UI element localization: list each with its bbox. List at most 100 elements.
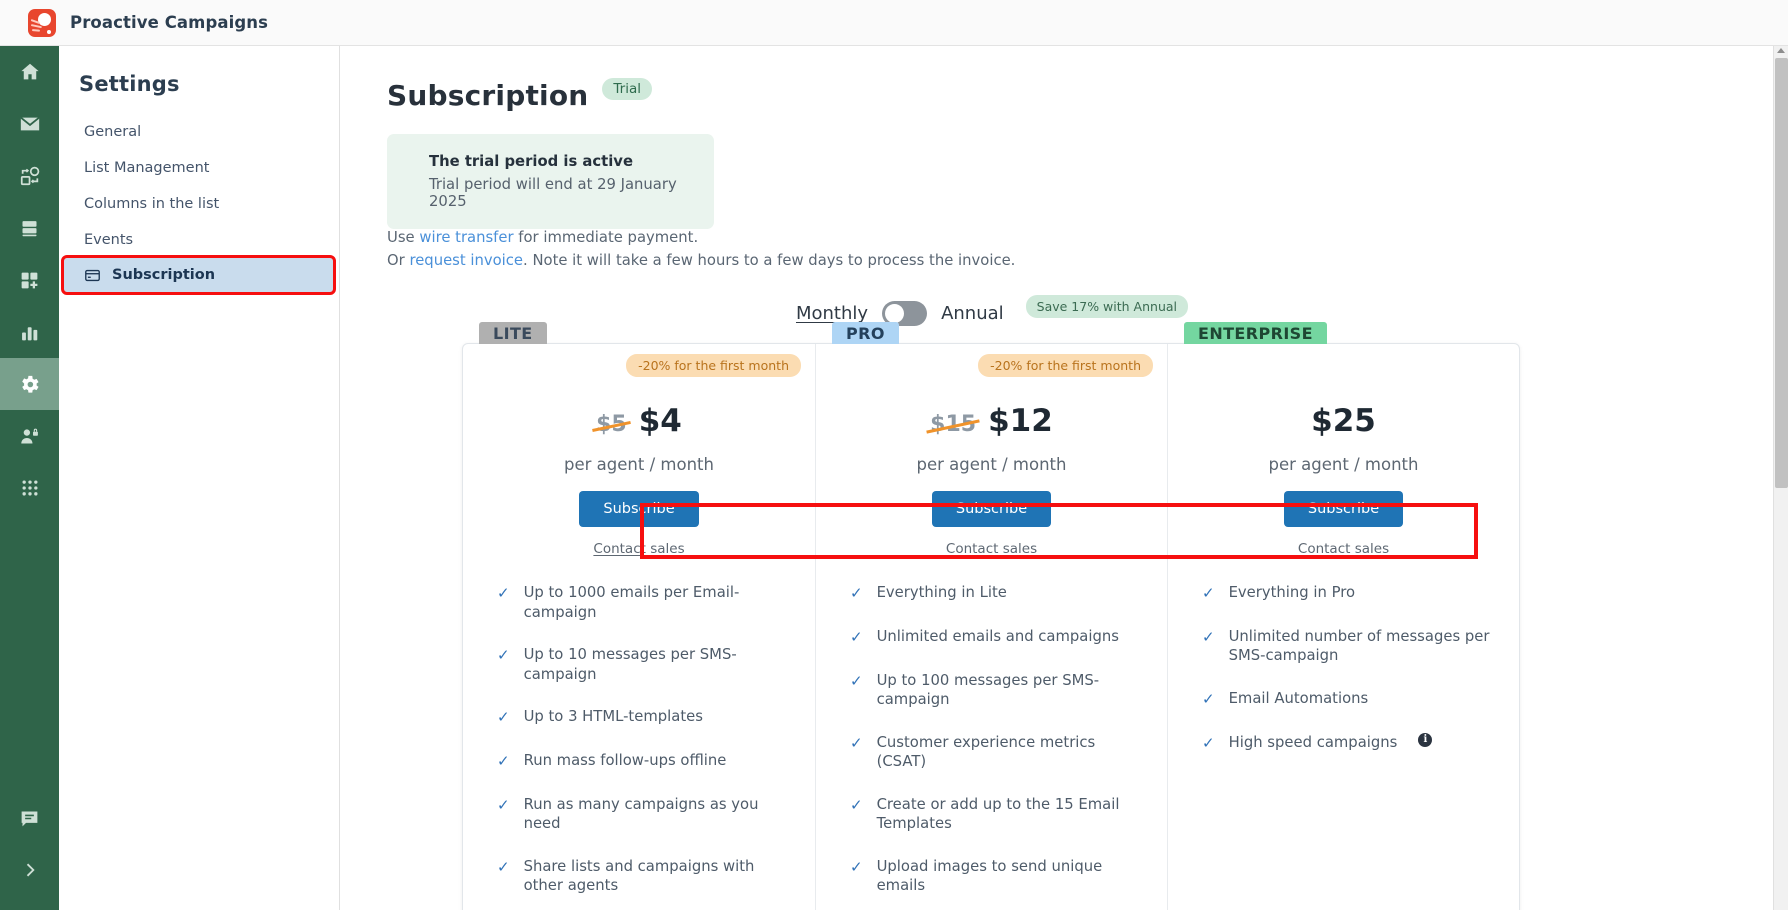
chevron-right-icon — [20, 860, 40, 880]
payment-prefix: Or — [387, 252, 410, 269]
check-icon: ✓ — [497, 708, 510, 727]
payment-line-wire: Use wire transfer for immediate payment. — [387, 229, 1774, 246]
rail-item-workflows[interactable] — [0, 150, 59, 202]
sidebar-item-general[interactable]: General — [64, 114, 334, 150]
plan-feature: ✓ Customer experience metrics (CSAT) — [850, 733, 1141, 772]
plan-price-unit: per agent / month — [916, 455, 1067, 474]
home-icon — [19, 61, 41, 83]
plan-feature: ✓ Unlimited number of messages per SMS-ca… — [1202, 627, 1493, 666]
trial-info-card: The trial period is active Trial period … — [387, 134, 714, 229]
payment-prefix: Use — [387, 229, 420, 246]
plan-feature-label: Email Automations — [1228, 689, 1369, 707]
payment-suffix: . Note it will take a few hours to a few… — [523, 252, 1016, 269]
wire-transfer-link[interactable]: wire transfer — [419, 229, 513, 246]
billing-monthly-label[interactable]: Monthly — [796, 303, 868, 324]
plan-feature: ✓ Up to 3 HTML-templates — [497, 707, 789, 728]
toggle-knob — [885, 304, 905, 323]
info-icon[interactable]: i — [1418, 732, 1433, 747]
scroll-up-arrow-icon[interactable] — [1777, 48, 1785, 53]
scrollbar-thumb[interactable] — [1775, 58, 1788, 488]
plan-feature-label: Run mass follow-ups offline — [523, 751, 727, 769]
plan-feature-label: Create or add up to the 15 Email Templat… — [876, 795, 1120, 833]
plan-name-badge: LITE — [479, 322, 547, 344]
plan-feature: ✓ Up to 100 messages per SMS-campaign — [850, 671, 1141, 710]
plan-feature-label: Unlimited emails and campaigns — [876, 627, 1119, 645]
check-icon: ✓ — [497, 584, 510, 602]
check-icon: ✓ — [1202, 627, 1215, 646]
plan-name-badge: ENTERPRISE — [1184, 322, 1327, 344]
plan-feature: ✓ Share lists and campaigns with other ag… — [497, 857, 789, 896]
page-header: Subscription Trial — [340, 46, 1774, 112]
plan-feature-label: Customer experience metrics (CSAT) — [876, 733, 1096, 771]
request-invoice-link[interactable]: request invoice — [409, 252, 523, 269]
plan-price-row: $25 — [1168, 403, 1519, 445]
subscribe-button-pro[interactable]: Subscribe — [931, 491, 1052, 527]
trial-heading: The trial period is active — [429, 153, 633, 170]
subscribe-button-lite[interactable]: Subscribe — [579, 491, 699, 527]
plan-contact-row: Contact sales — [463, 541, 815, 557]
apps-grid-icon — [20, 478, 40, 498]
database-icon — [19, 218, 40, 239]
check-icon: ✓ — [497, 795, 510, 814]
rail-item-permissions[interactable] — [0, 410, 59, 462]
settings-nav-list: General List Management Columns in the l… — [59, 114, 339, 295]
sidebar-item-label: Events — [84, 232, 134, 248]
rail-item-home[interactable] — [0, 46, 59, 98]
plan-price-unit: per agent / month — [1268, 455, 1419, 474]
annual-savings-badge: Save 17% with Annual — [1025, 295, 1188, 318]
chat-bubble-icon — [19, 808, 40, 829]
rail-item-settings[interactable] — [0, 358, 59, 410]
rail-item-mail[interactable] — [0, 98, 59, 150]
check-icon: ✓ — [1202, 584, 1215, 602]
rail-item-add-grid[interactable] — [0, 254, 59, 306]
plan-card-enterprise: ENTERPRISE $25 per agent / month Subscri… — [1167, 322, 1519, 910]
sun-burst-logo — [28, 8, 56, 37]
plan-feature-list-lite: ✓ Up to 1000 emails per Email-campaign ✓ U… — [463, 583, 815, 910]
user-lock-icon — [19, 426, 40, 447]
sidebar-item-columns-in-the-list[interactable]: Columns in the list — [64, 186, 334, 222]
envelope-icon — [19, 113, 41, 135]
plan-feature: ✓ Up to 10 messages per SMS-campaign — [497, 645, 789, 684]
status-badge: Trial — [602, 77, 653, 100]
plan-name-badge: PRO — [832, 322, 899, 344]
trial-detail: Trial period will end at 29 January 2025 — [429, 176, 677, 210]
check-icon: ✓ — [497, 857, 510, 876]
plan-feature-label: Upload images to send unique emails — [876, 857, 1103, 895]
plan-feature: ✓ Run as many campaigns as you need — [497, 795, 789, 834]
check-icon: ✓ — [850, 733, 863, 752]
add-grid-icon — [19, 270, 40, 291]
plan-feature-label: Unlimited number of messages per SMS-cam… — [1228, 627, 1490, 665]
contact-sales-link-lite[interactable]: Contact sales — [593, 541, 684, 557]
rail-item-apps[interactable] — [0, 462, 59, 514]
contact-sales-link-pro[interactable]: Contact sales — [946, 541, 1037, 557]
billing-annual-label[interactable]: Annual — [941, 303, 1004, 324]
contact-sales-link-enterprise[interactable]: Contact sales — [1298, 541, 1389, 557]
app-title: Proactive Campaigns — [70, 13, 269, 32]
sidebar-item-label: Columns in the list — [84, 196, 220, 212]
sidebar-item-events[interactable]: Events — [64, 222, 334, 258]
workflow-icon — [19, 165, 41, 187]
subscribe-button-enterprise[interactable]: Subscribe — [1283, 491, 1404, 527]
plan-feature-label: Everything in Lite — [876, 584, 1007, 601]
sidebar-item-list-management[interactable]: List Management — [64, 150, 334, 186]
plan-feature: ✓ Email Automations — [1202, 689, 1493, 710]
check-icon: ✓ — [497, 751, 510, 770]
rail-item-chat[interactable] — [0, 792, 59, 844]
plan-feature: ✓ Upload images to send unique emails — [850, 857, 1141, 896]
check-icon: ✓ — [850, 671, 863, 690]
check-icon: ✓ — [497, 646, 510, 665]
plan-feature: ✓ Everything in Pro — [1202, 583, 1493, 604]
check-icon: ✓ — [850, 857, 863, 876]
plan-feature-label: Up to 10 messages per SMS-campaign — [523, 646, 737, 683]
sidebar-item-subscription[interactable]: Subscription — [61, 255, 336, 295]
plan-price-old: $15 — [930, 412, 977, 437]
plan-price-old: $5 — [596, 412, 627, 437]
plan-feature-label: Up to 3 HTML-templates — [523, 708, 703, 726]
plan-feature: ✓ Unlimited emails and campaigns — [850, 627, 1141, 648]
vertical-scrollbar[interactable] — [1773, 46, 1788, 910]
plan-feature-label: Up to 1000 emails per Email-campaign — [523, 584, 740, 621]
rail-item-database[interactable] — [0, 202, 59, 254]
check-icon: ✓ — [1202, 689, 1215, 708]
rail-item-analytics[interactable] — [0, 306, 59, 358]
rail-item-expand[interactable] — [0, 844, 59, 896]
